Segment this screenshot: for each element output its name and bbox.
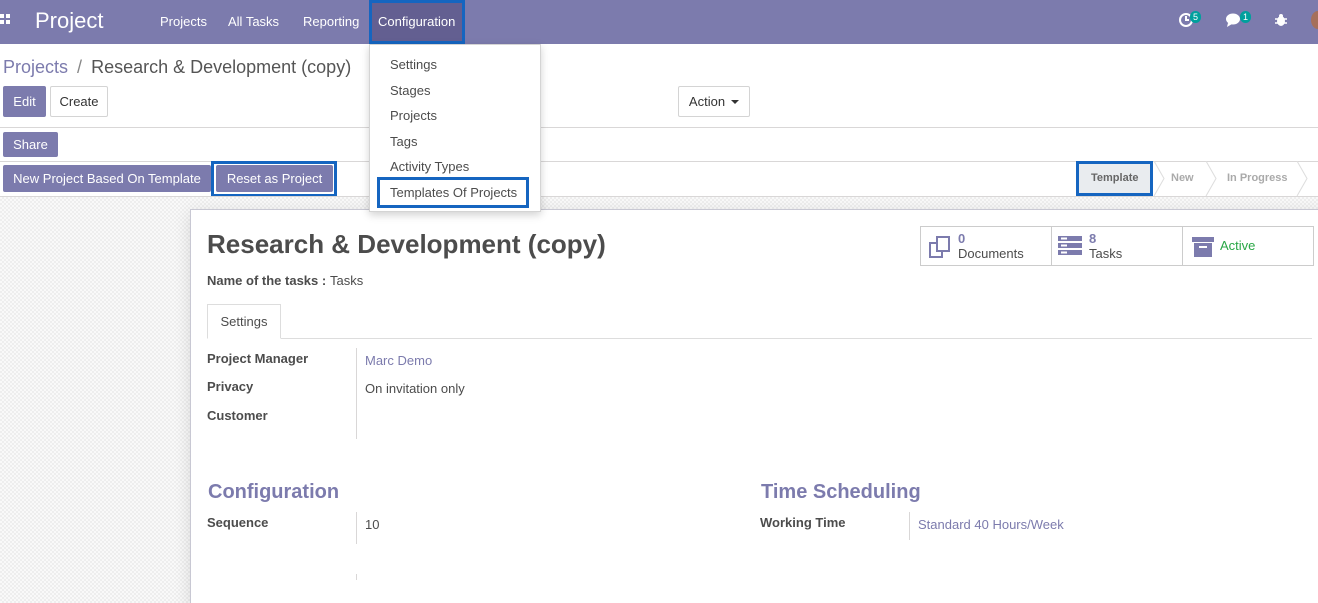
chevron-right-icon (1205, 161, 1217, 196)
tasks-label: Tasks (1089, 246, 1123, 261)
menu-configuration-label: Configuration (378, 14, 456, 29)
breadcrumb-current: Research & Development (copy) (91, 57, 352, 77)
menu-item-tags[interactable]: Tags (390, 134, 417, 149)
working-time-label: Working Time (760, 515, 846, 530)
highlight-box (1076, 161, 1153, 196)
menu-configuration[interactable]: Configuration (369, 0, 465, 44)
menu-projects[interactable]: Projects (160, 14, 207, 29)
project-manager-label: Project Manager (207, 351, 309, 366)
share-button[interactable]: Share (3, 132, 58, 157)
documents-icon (929, 236, 950, 258)
stage-in-progress-label: In Progress (1227, 172, 1288, 184)
messages-chat-icon[interactable] (1225, 12, 1241, 31)
configuration-dropdown-menu: Settings Stages Projects Tags Activity T… (369, 44, 541, 212)
menu-reporting[interactable]: Reporting (303, 14, 359, 29)
tab-settings[interactable]: Settings (207, 304, 281, 339)
documents-label: Documents (958, 246, 1024, 261)
record-title: Research & Development (copy) (207, 229, 606, 259)
menu-all-tasks[interactable]: All Tasks (228, 14, 279, 29)
debug-bug-icon[interactable] (1274, 13, 1288, 30)
new-project-from-template-button[interactable]: New Project Based On Template (3, 165, 211, 192)
archive-box-icon (1192, 237, 1214, 257)
field-separator (356, 348, 357, 439)
stage-in-progress[interactable]: In Progress (1222, 161, 1302, 196)
stage-new-label: New (1171, 172, 1194, 184)
project-manager-value[interactable]: Marc Demo (365, 353, 432, 368)
activities-badge: 5 (1190, 11, 1202, 23)
form-sheet (190, 209, 1318, 603)
edit-button[interactable]: Edit (3, 86, 46, 117)
apps-grid-icon[interactable] (0, 14, 12, 28)
caret-down-icon (731, 99, 740, 104)
breadcrumb-separator: / (77, 57, 83, 77)
active-label: Active (1220, 238, 1256, 253)
active-toggle-button[interactable]: Active (1182, 226, 1314, 266)
documents-smart-button[interactable]: 0 Documents (920, 226, 1052, 266)
menu-item-activity-types[interactable]: Activity Types (390, 159, 469, 174)
field-separator (356, 574, 357, 580)
stage-new[interactable]: New (1166, 161, 1206, 196)
privacy-label: Privacy (207, 379, 254, 394)
documents-count: 0 (958, 231, 966, 246)
tasks-name-value: Tasks (330, 273, 364, 288)
customer-label: Customer (207, 408, 268, 423)
create-button[interactable]: Create (50, 86, 108, 117)
divider (0, 127, 1318, 128)
app-brand: Project (35, 8, 104, 33)
top-navbar: Project Projects All Tasks Reporting Con… (0, 0, 1318, 44)
tasks-smart-button[interactable]: 8 Tasks (1051, 226, 1183, 266)
tasks-count: 8 (1089, 231, 1097, 246)
tasks-name-label: Name of the tasks : (207, 273, 327, 288)
breadcrumb-projects-link[interactable]: Projects (3, 57, 68, 77)
privacy-value: On invitation only (365, 381, 465, 396)
sequence-label: Sequence (207, 515, 269, 530)
field-separator (356, 512, 357, 544)
tab-underline (207, 338, 1312, 339)
highlight-box (377, 177, 529, 208)
chevron-right-icon (1153, 161, 1165, 196)
field-separator (909, 512, 910, 540)
user-avatar[interactable] (1311, 11, 1318, 29)
breadcrumb: Projects / Research & Development (copy) (3, 57, 351, 78)
action-button-label: Action (688, 94, 726, 109)
messages-badge: 1 (1240, 11, 1252, 23)
menu-item-projects[interactable]: Projects (390, 108, 437, 123)
sequence-value: 10 (365, 517, 380, 532)
chevron-right-icon (1296, 161, 1308, 196)
tasks-list-icon (1058, 236, 1082, 255)
menu-item-stages[interactable]: Stages (390, 83, 430, 98)
highlight-box (211, 161, 337, 197)
configuration-section-title: Configuration (208, 481, 340, 503)
time-scheduling-section-title: Time Scheduling (761, 481, 921, 503)
working-time-value[interactable]: Standard 40 Hours/Week (918, 517, 1064, 532)
action-dropdown-button[interactable]: Action (678, 86, 750, 117)
menu-item-settings[interactable]: Settings (390, 57, 437, 72)
